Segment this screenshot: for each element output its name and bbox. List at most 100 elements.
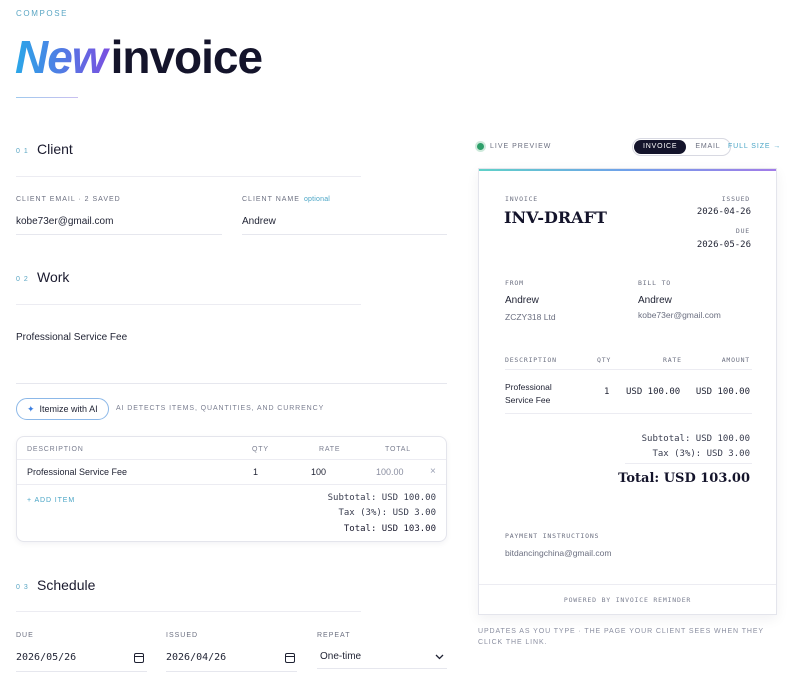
client-email-underline [16,234,222,235]
preview-bill-to-label: BILL TO [638,279,671,287]
issued-date-value: 2026/04/26 [166,652,227,663]
preview-from-name: Andrew [505,295,539,306]
due-date-label: DUE [16,632,34,639]
title-underline [16,97,78,98]
item-rate-input[interactable]: 100 [311,467,326,477]
client-name-input[interactable]: Andrew [242,216,447,227]
preview-row-rate: USD 100.00 [626,387,681,397]
preview-issued-date: 2026-04-26 [696,207,751,217]
add-item-button[interactable]: + ADD ITEM [27,497,75,504]
chevron-down-icon [435,654,444,660]
repeat-underline [317,668,447,669]
preview-row-qty: 1 [604,387,610,397]
repeat-label: REPEAT [317,632,351,639]
preview-total: Total: USD 103.00 [618,471,750,486]
items-tax: Tax (3%): USD 3.00 [338,508,436,518]
page-eyebrow: COMPOSE [16,9,69,18]
page-title: Newinvoice [15,31,264,83]
work-description-textarea[interactable]: Professional Service Fee [16,332,447,382]
preview-row-amount: USD 100.00 [695,387,750,397]
preview-issued-label: ISSUED [721,195,750,203]
due-date-underline [16,671,147,672]
section-work-rule [16,304,361,305]
section-client-title: Client [37,141,73,157]
remove-item-icon[interactable]: × [430,466,436,477]
items-row-divider [17,484,446,485]
live-preview-indicator: LIVE PREVIEW [477,143,551,150]
due-date-value: 2026/05/26 [16,652,77,663]
preview-footer-divider [479,584,776,585]
items-header-qty: QTY [252,446,269,453]
page-title-rest: invoice [110,31,264,83]
calendar-icon[interactable] [285,653,295,663]
preview-header-divider [505,369,752,370]
preview-caption: UPDATES AS YOU TYPE · THE PAGE YOUR CLIE… [478,628,764,646]
preview-due-date: 2026-05-26 [696,240,751,250]
items-subtotal: Subtotal: USD 100.00 [327,493,436,503]
client-name-label: CLIENT NAME optional [242,196,330,203]
section-client-rule [16,176,361,177]
issued-date-input[interactable]: 2026/04/26 [166,648,297,670]
preview-invoice-number: INV-DRAFT [504,208,607,227]
section-work-title: Work [37,269,70,285]
repeat-select[interactable]: One-time [317,646,447,668]
preview-bill-to-name: Andrew [638,295,672,306]
due-date-input[interactable]: 2026/05/26 [16,648,146,670]
preview-header-rate: RATE [663,356,682,364]
items-header-rate: RATE [319,446,341,453]
items-header-description: DESCRIPTION [27,446,84,453]
issued-date-underline [166,671,297,672]
preview-total-divider [625,463,752,464]
preview-header-amount: AMOUNT [721,356,750,364]
invoice-preview: INVOICE INV-DRAFT ISSUED 2026-04-26 DUE … [478,168,777,615]
line-items-card: DESCRIPTION QTY RATE TOTAL Professional … [16,436,447,542]
client-name-underline [242,234,447,235]
preview-subtotal: Subtotal: USD 100.00 [641,434,750,444]
work-description-underline [16,383,447,384]
preview-header-description: DESCRIPTION [505,356,557,364]
tab-email[interactable]: EMAIL [686,140,729,154]
section-schedule-number: 0 3 [16,584,29,591]
items-header-divider [17,459,446,460]
preview-footer: POWERED BY INVOICE REMINDER [563,596,692,604]
preview-row-divider [505,413,752,414]
live-preview-label: LIVE PREVIEW [490,143,552,150]
itemize-with-ai-label: Itemize with AI [39,404,98,414]
ai-note: AI DETECTS ITEMS, QUANTITIES, AND CURREN… [116,405,325,412]
item-total: 100.00 [376,467,404,477]
section-client-number: 0 1 [16,148,29,155]
client-email-input[interactable]: kobe73er@gmail.com [16,216,222,227]
preview-header-qty: QTY [597,356,612,364]
preview-payment-label: PAYMENT INSTRUCTIONS [505,532,600,540]
preview-invoice-label: INVOICE [505,195,538,203]
page-title-accent: New [15,31,111,83]
calendar-icon[interactable] [134,653,144,663]
item-qty-input[interactable]: 1 [253,467,258,477]
preview-due-label: DUE [735,227,750,235]
preview-tax: Tax (3%): USD 3.00 [652,449,750,459]
live-dot-icon [477,143,484,150]
preview-bill-to-email: kobe73er@gmail.com [638,310,721,320]
preview-from-company: ZCZY318 Ltd [505,312,556,322]
preview-row-description-line2: Service Fee [505,395,551,405]
item-description-input[interactable]: Professional Service Fee [27,467,127,477]
client-name-optional: optional [303,196,331,203]
preview-from-label: FROM [505,279,524,287]
client-email-label: CLIENT EMAIL · 2 SAVED [16,196,121,203]
preview-row-description-line1: Professional [505,382,552,392]
preview-accent-bar [479,169,776,171]
section-work-number: 0 2 [16,276,29,283]
full-size-link[interactable]: FULL SIZE → [728,143,781,150]
client-name-label-text: CLIENT NAME [242,196,300,203]
section-schedule-title: Schedule [37,577,96,593]
issued-date-label: ISSUED [166,632,199,639]
preview-mode-toggle: INVOICE EMAIL [632,138,732,156]
tab-invoice[interactable]: INVOICE [634,140,687,154]
itemize-with-ai-button[interactable]: ✦ Itemize with AI [16,398,109,420]
preview-row-description: Professional Service Fee [505,381,552,407]
preview-payment-value: bitdancingchina@gmail.com [505,548,612,558]
sparkle-icon: ✦ [27,403,35,414]
items-header-total: TOTAL [385,446,411,453]
section-schedule-rule [16,611,361,612]
items-total: Total: USD 103.00 [343,524,436,534]
